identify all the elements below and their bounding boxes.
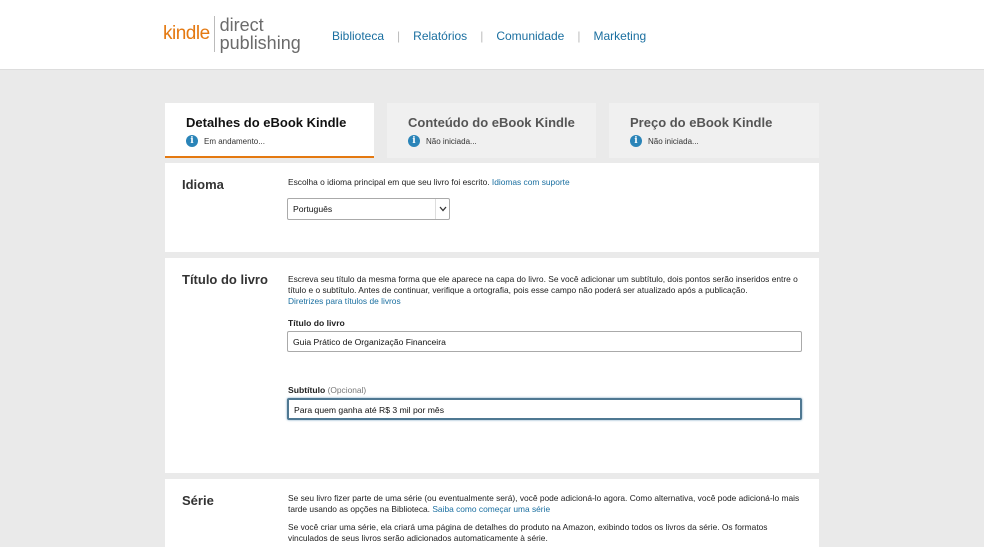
kdp-logo[interactable]: kindle direct publishing [163, 14, 301, 54]
nav-comunidade[interactable]: Comunidade [496, 29, 564, 43]
tab-status: i Não iniciada... [408, 135, 596, 147]
chevron-down-icon [435, 199, 449, 219]
tab-preco[interactable]: Preço do eBook Kindle i Não iniciada... [609, 103, 819, 158]
tab-title: Preço do eBook Kindle [630, 115, 773, 130]
book-title-label: Título do livro [288, 318, 345, 328]
language-select[interactable]: Português [287, 198, 450, 220]
serie-section: Série Se seu livro fizer parte de uma sé… [165, 479, 819, 547]
subtitle-input[interactable]: Para quem ganha até R$ 3 mil por mês [287, 398, 802, 420]
idioma-description: Escolha o idioma principal em que seu li… [288, 177, 490, 187]
tab-status-text: Em andamento... [204, 136, 265, 146]
titulo-description: Escreva seu título da mesma forma que el… [288, 274, 798, 295]
logo-divider [213, 16, 215, 52]
book-title-input[interactable]: Guia Prático de Organização Financeira [287, 331, 802, 352]
nav-separator: | [480, 29, 484, 43]
tab-conteudo[interactable]: Conteúdo do eBook Kindle i Não iniciada.… [387, 103, 596, 158]
nav-separator: | [397, 29, 401, 43]
titulo-section: Título do livro Escreva seu título da me… [165, 258, 819, 473]
section-description: Escreva seu título da mesma forma que el… [288, 274, 803, 307]
section-title: Idioma [182, 177, 224, 192]
info-icon: i [408, 135, 420, 147]
info-icon: i [186, 135, 198, 147]
optional-hint: (Opcional) [327, 385, 367, 395]
nav-biblioteca[interactable]: Biblioteca [332, 29, 384, 43]
section-title: Título do livro [182, 272, 268, 287]
tab-detalhes[interactable]: Detalhes do eBook Kindle i Em andamento.… [165, 103, 374, 158]
info-icon: i [630, 135, 642, 147]
serie-link[interactable]: Saiba como começar uma série [432, 504, 550, 514]
tab-title: Conteúdo do eBook Kindle [408, 115, 575, 130]
nav-relatorios[interactable]: Relatórios [413, 29, 467, 43]
tab-title: Detalhes do eBook Kindle [186, 115, 347, 130]
main-nav: Biblioteca | Relatórios | Comunidade | M… [332, 29, 646, 43]
section-title: Série [182, 493, 214, 508]
subtitle-label: Subtítulo [288, 385, 326, 395]
logo-publishing-text: publishing [219, 33, 301, 53]
tab-status-text: Não iniciada... [648, 136, 699, 146]
tab-status: i Em andamento... [186, 135, 374, 147]
logo-direct-text: direct [219, 15, 264, 35]
diretrizes-link[interactable]: Diretrizes para títulos de livros [288, 296, 401, 306]
nav-marketing[interactable]: Marketing [593, 29, 646, 43]
subtitle-label-row: Subtítulo (Opcional) [288, 385, 803, 396]
tab-status: i Não iniciada... [630, 135, 819, 147]
section-description: Escolha o idioma principal em que seu li… [288, 177, 803, 188]
top-header: kindle direct publishing Biblioteca | Re… [0, 0, 984, 70]
idiomas-suporte-link[interactable]: Idiomas com suporte [492, 177, 570, 187]
logo-direct-publishing: direct publishing [220, 16, 301, 52]
nav-separator: | [577, 29, 581, 43]
logo-kindle-text: kindle [163, 23, 210, 44]
tab-status-text: Não iniciada... [426, 136, 477, 146]
section-description: Se seu livro fizer parte de uma série (o… [288, 493, 803, 515]
language-select-value: Português [293, 204, 333, 214]
idioma-section: Idioma Escolha o idioma principal em que… [165, 163, 819, 252]
serie-description-2: Se você criar uma série, ela criará uma … [288, 522, 768, 543]
